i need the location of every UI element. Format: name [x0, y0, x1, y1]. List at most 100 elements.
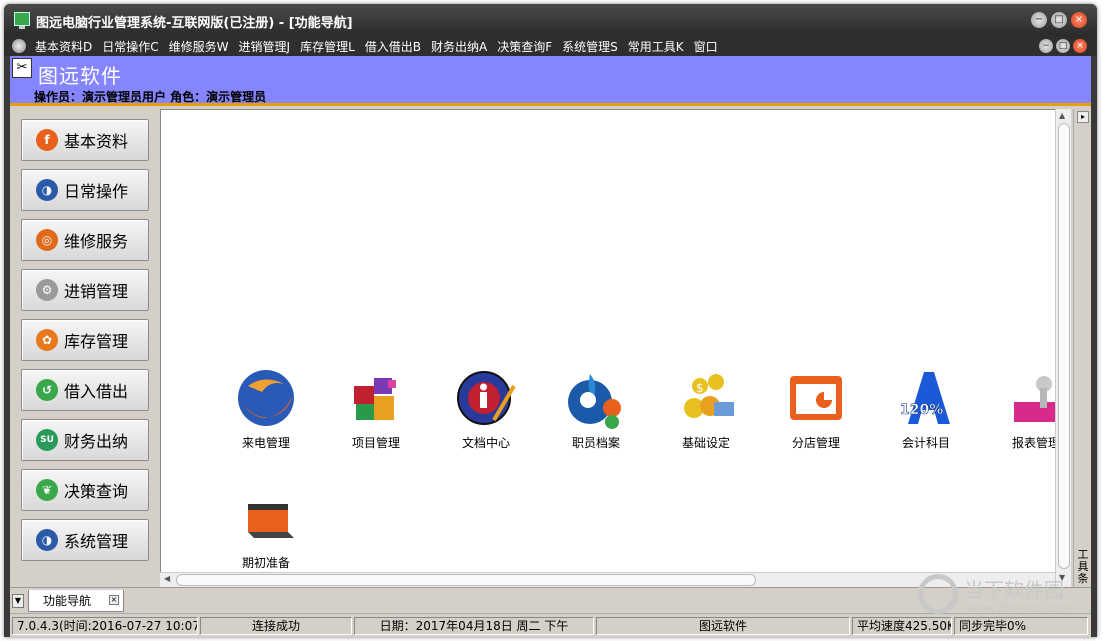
maximize-button[interactable]: □: [1051, 12, 1067, 28]
grid-item-label: 文档中心: [461, 436, 510, 450]
svg-text:$: $: [696, 381, 704, 395]
sidebar-item-label: 系统管理: [64, 532, 129, 551]
menu-inventory[interactable]: 库存管理L: [295, 38, 360, 55]
sidebar: f 基本资料 ◑ 日常操作 ◎ 维修服务 ⚙ 进销管理 ✿ 库存管理 ↺ 借入借…: [10, 109, 160, 587]
sidebar-item-label: 借入借出: [64, 382, 129, 401]
grid-item-label: 项目管理: [351, 436, 400, 450]
sidebar-item-system[interactable]: ◑ 系统管理: [21, 519, 149, 561]
people-icon: [564, 366, 628, 430]
status-speed: 平均速度425.50K: [852, 617, 952, 635]
sidebar-item-basic-data[interactable]: f 基本资料: [21, 119, 149, 161]
sidebar-item-repair-service[interactable]: ◎ 维修服务: [21, 219, 149, 261]
accounting-a-icon: 120%: [894, 366, 958, 430]
sidebar-item-daily-ops[interactable]: ◑ 日常操作: [21, 169, 149, 211]
mdi-minimize-button[interactable]: −: [1039, 39, 1053, 53]
grid-item-label: 职员档案: [571, 436, 620, 450]
sidebar-item-finance[interactable]: SU 财务出纳: [21, 419, 149, 461]
header-banner: ✂ 图远软件 操作员：演示管理员用户 角色：演示管理员: [10, 56, 1091, 106]
circle-quad-icon: ◑: [36, 179, 58, 201]
grid-item-document-center[interactable]: 文档中心: [441, 366, 531, 451]
vertical-scroll-thumb[interactable]: [1058, 123, 1070, 569]
f-icon: f: [36, 129, 58, 151]
firefox-icon: [234, 366, 298, 430]
target-icon: ◎: [36, 229, 58, 251]
function-navigation-panel: 来电管理 项目管理 文档中心 职员档案 $ 基础设定 分店管理 120% 会计科…: [160, 109, 1055, 587]
menu-window[interactable]: 窗口: [689, 38, 723, 55]
grid-item-branch-management[interactable]: 分店管理: [771, 366, 861, 451]
sidebar-item-borrow-lend[interactable]: ↺ 借入借出: [21, 369, 149, 411]
flower-icon: ✿: [36, 329, 58, 351]
sidebar-item-inventory[interactable]: ✿ 库存管理: [21, 319, 149, 361]
scroll-down-icon[interactable]: ▼: [1059, 573, 1065, 582]
sidebar-item-label: 决策查询: [64, 482, 129, 501]
app-window: 图远电脑行业管理系统-互联网版(已注册) - [功能导航] − □ × 基本资料…: [4, 4, 1097, 637]
system-menu-icon[interactable]: [12, 39, 26, 53]
scroll-up-icon[interactable]: ▲: [1059, 111, 1065, 120]
window-title: 图远电脑行业管理系统-互联网版(已注册) - [功能导航]: [36, 16, 353, 31]
drive-icon: [234, 486, 298, 550]
mdi-restore-button[interactable]: □: [1056, 39, 1070, 53]
grid-item-label: 来电管理: [241, 436, 290, 450]
sidebar-item-label: 库存管理: [64, 332, 129, 351]
menu-basic-data[interactable]: 基本资料D: [30, 38, 97, 55]
menu-finance[interactable]: 财务出纳A: [426, 38, 492, 55]
grid-item-accounting-subjects[interactable]: 120% 会计科目: [881, 366, 971, 451]
menu-system[interactable]: 系统管理S: [557, 38, 623, 55]
grid-item-label: 基础设定: [681, 436, 730, 450]
tab-close-icon[interactable]: ×: [109, 595, 119, 605]
tab-function-navigation[interactable]: 功能导航 ×: [28, 590, 124, 612]
mdi-controls: − □ ×: [1039, 39, 1087, 53]
grid-item-staff-records[interactable]: 职员档案: [551, 366, 641, 451]
sidebar-item-label: 日常操作: [64, 182, 129, 201]
leaf-icon: ❦: [36, 479, 58, 501]
menu-tools[interactable]: 常用工具K: [623, 38, 689, 55]
status-company: 图远软件: [596, 617, 850, 635]
minimize-button[interactable]: −: [1031, 12, 1047, 28]
window-controls: − □ ×: [1031, 12, 1087, 28]
grid-item-basic-settings[interactable]: $ 基础设定: [661, 366, 751, 451]
key-book-icon: [1004, 366, 1055, 430]
menu-decision-query[interactable]: 决策查询F: [492, 38, 557, 55]
menu-bar: 基本资料D 日常操作C 维修服务W 进销管理J 库存管理L 借入借出B 财务出纳…: [4, 36, 1097, 56]
grid-item-label: 报表管理: [1011, 436, 1055, 450]
vertical-scrollbar[interactable]: ▲ ▼: [1055, 109, 1071, 587]
grid-item-initial-preparation[interactable]: 期初准备: [221, 486, 311, 571]
horizontal-scrollbar[interactable]: ◀: [160, 572, 1055, 587]
tab-label: 功能导航: [43, 594, 92, 608]
expand-toolbar-icon[interactable]: ▸: [1077, 111, 1089, 123]
horizontal-scroll-thumb[interactable]: [176, 574, 756, 586]
grid-item-label: 分店管理: [791, 436, 840, 450]
grid-item-label: 会计科目: [901, 436, 950, 450]
grid-item-project-management[interactable]: 项目管理: [331, 366, 421, 451]
menu-borrow-lend[interactable]: 借入借出B: [360, 38, 426, 55]
info-pencil-icon: [454, 366, 518, 430]
status-version: 7.0.4.3(时间:2016-07-27 10:07:56): [12, 617, 198, 635]
operator-info: 操作员：演示管理员用户 角色：演示管理员: [34, 90, 267, 104]
title-bar: 图远电脑行业管理系统-互联网版(已注册) - [功能导航] − □ ×: [4, 4, 1097, 36]
sidebar-item-label: 进销管理: [64, 282, 129, 301]
sidebar-item-label: 基本资料: [64, 132, 129, 151]
scissors-icon: ✂: [12, 58, 32, 78]
sidebar-item-label: 财务出纳: [64, 432, 129, 451]
grid-item-call-management[interactable]: 来电管理: [221, 366, 311, 451]
grid-item-report-management[interactable]: 报表管理: [991, 366, 1055, 451]
toolbar-strip-label[interactable]: 工具条: [1076, 549, 1090, 585]
sidebar-item-label: 维修服务: [64, 232, 129, 251]
circle-quad-icon: ◑: [36, 529, 58, 551]
close-button[interactable]: ×: [1071, 12, 1087, 28]
menu-daily-ops[interactable]: 日常操作C: [97, 38, 163, 55]
mdi-close-button[interactable]: ×: [1073, 39, 1087, 53]
presentation-icon: [784, 366, 848, 430]
menu-purchase-sales[interactable]: 进销管理J: [234, 38, 296, 55]
sidebar-item-purchase-sales[interactable]: ⚙ 进销管理: [21, 269, 149, 311]
su-icon: SU: [36, 429, 58, 451]
status-date: 日期：2017年04月18日 周二 下午: [354, 617, 594, 635]
tab-list-dropdown-icon[interactable]: ▼: [12, 594, 24, 608]
banner-title: 图远软件: [38, 64, 122, 88]
toolbar-strip: ▸ 工具条: [1073, 109, 1091, 587]
menu-repair-service[interactable]: 维修服务W: [164, 38, 234, 55]
gear-icon: ⚙: [36, 279, 58, 301]
sidebar-item-decision-query[interactable]: ❦ 决策查询: [21, 469, 149, 511]
coins-icon: $: [674, 366, 738, 430]
scroll-left-icon[interactable]: ◀: [164, 574, 170, 583]
